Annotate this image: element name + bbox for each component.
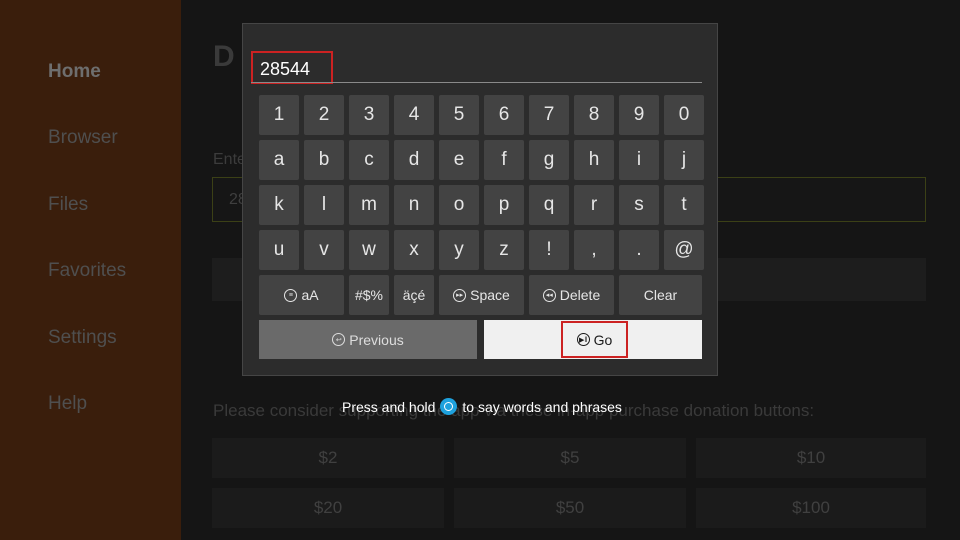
alexa-icon (440, 398, 458, 415)
key[interactable]: q (529, 185, 569, 225)
key[interactable]: h (574, 140, 614, 180)
previous-label: Previous (349, 331, 404, 348)
menu-icon: ≡ (284, 288, 298, 302)
key[interactable]: r (574, 185, 614, 225)
key[interactable]: d (394, 140, 434, 180)
key[interactable]: b (304, 140, 344, 180)
back-icon: ↩ (332, 333, 346, 346)
key[interactable]: 0 (664, 95, 704, 135)
key[interactable]: n (394, 185, 434, 225)
key[interactable]: e (439, 140, 479, 180)
sidebar-item-browser[interactable]: Browser (48, 127, 118, 149)
sidebar: Home Browser Files Favorites Settings He… (0, 0, 181, 540)
delete-key-label: Delete (559, 287, 601, 303)
key[interactable]: t (664, 185, 704, 225)
key[interactable]: k (259, 185, 299, 225)
rewind-icon: ◂◂ (542, 288, 556, 302)
key[interactable]: g (529, 140, 569, 180)
play-pause-icon: ▶‖ (576, 333, 590, 346)
key[interactable]: . (619, 230, 659, 270)
app-logo: D (213, 40, 235, 73)
key[interactable]: z (484, 230, 524, 270)
key[interactable]: 7 (529, 95, 569, 135)
key[interactable]: ! (529, 230, 569, 270)
text-input[interactable]: 28544 (251, 51, 333, 84)
go-label: Go (593, 331, 613, 348)
key[interactable]: f (484, 140, 524, 180)
case-key-label: aA (301, 287, 319, 303)
key[interactable]: x (394, 230, 434, 270)
donate-button[interactable]: $20 (212, 488, 444, 528)
key[interactable]: 3 (349, 95, 389, 135)
symbols-key[interactable]: #$% (349, 275, 389, 315)
previous-button[interactable]: ↩ Previous (259, 320, 477, 359)
fast-forward-icon: ▸▸ (453, 288, 467, 302)
sidebar-item-files[interactable]: Files (48, 194, 88, 216)
go-button[interactable]: ▶‖ Go (561, 321, 628, 358)
url-label: Ente (213, 151, 246, 168)
key[interactable]: w (349, 230, 389, 270)
input-underline (251, 82, 702, 83)
key[interactable]: u (259, 230, 299, 270)
space-key-label: Space (470, 287, 510, 303)
donate-button[interactable]: $10 (696, 438, 926, 478)
key[interactable]: @ (664, 230, 704, 270)
key[interactable]: 9 (619, 95, 659, 135)
donate-button[interactable]: $2 (212, 438, 444, 478)
key[interactable]: 4 (394, 95, 434, 135)
key[interactable]: , (574, 230, 614, 270)
key[interactable]: y (439, 230, 479, 270)
sidebar-item-settings[interactable]: Settings (48, 327, 117, 349)
sidebar-item-home[interactable]: Home (48, 61, 101, 83)
donate-button[interactable]: $50 (454, 488, 686, 528)
key[interactable]: s (619, 185, 659, 225)
key[interactable]: p (484, 185, 524, 225)
key[interactable]: 5 (439, 95, 479, 135)
key[interactable]: m (349, 185, 389, 225)
key[interactable]: 6 (484, 95, 524, 135)
key[interactable]: c (349, 140, 389, 180)
key[interactable]: 2 (304, 95, 344, 135)
voice-hint: Press and hold to say words and phrases (342, 398, 622, 415)
clear-key[interactable]: Clear (619, 275, 702, 315)
key[interactable]: l (304, 185, 344, 225)
donate-button[interactable]: $100 (696, 488, 926, 528)
hint-text-before: Press and hold (342, 398, 436, 415)
sidebar-item-favorites[interactable]: Favorites (48, 260, 126, 282)
key[interactable]: a (259, 140, 299, 180)
key[interactable]: 1 (259, 95, 299, 135)
space-key[interactable]: ▸▸ Space (439, 275, 524, 315)
key[interactable]: o (439, 185, 479, 225)
key[interactable]: 8 (574, 95, 614, 135)
key[interactable]: v (304, 230, 344, 270)
accents-key[interactable]: äçé (394, 275, 434, 315)
case-toggle-key[interactable]: ≡ aA (259, 275, 344, 315)
sidebar-item-help[interactable]: Help (48, 393, 87, 415)
key[interactable]: j (664, 140, 704, 180)
hint-text-after: to say words and phrases (462, 398, 622, 415)
delete-key[interactable]: ◂◂ Delete (529, 275, 614, 315)
donate-button[interactable]: $5 (454, 438, 686, 478)
key[interactable]: i (619, 140, 659, 180)
